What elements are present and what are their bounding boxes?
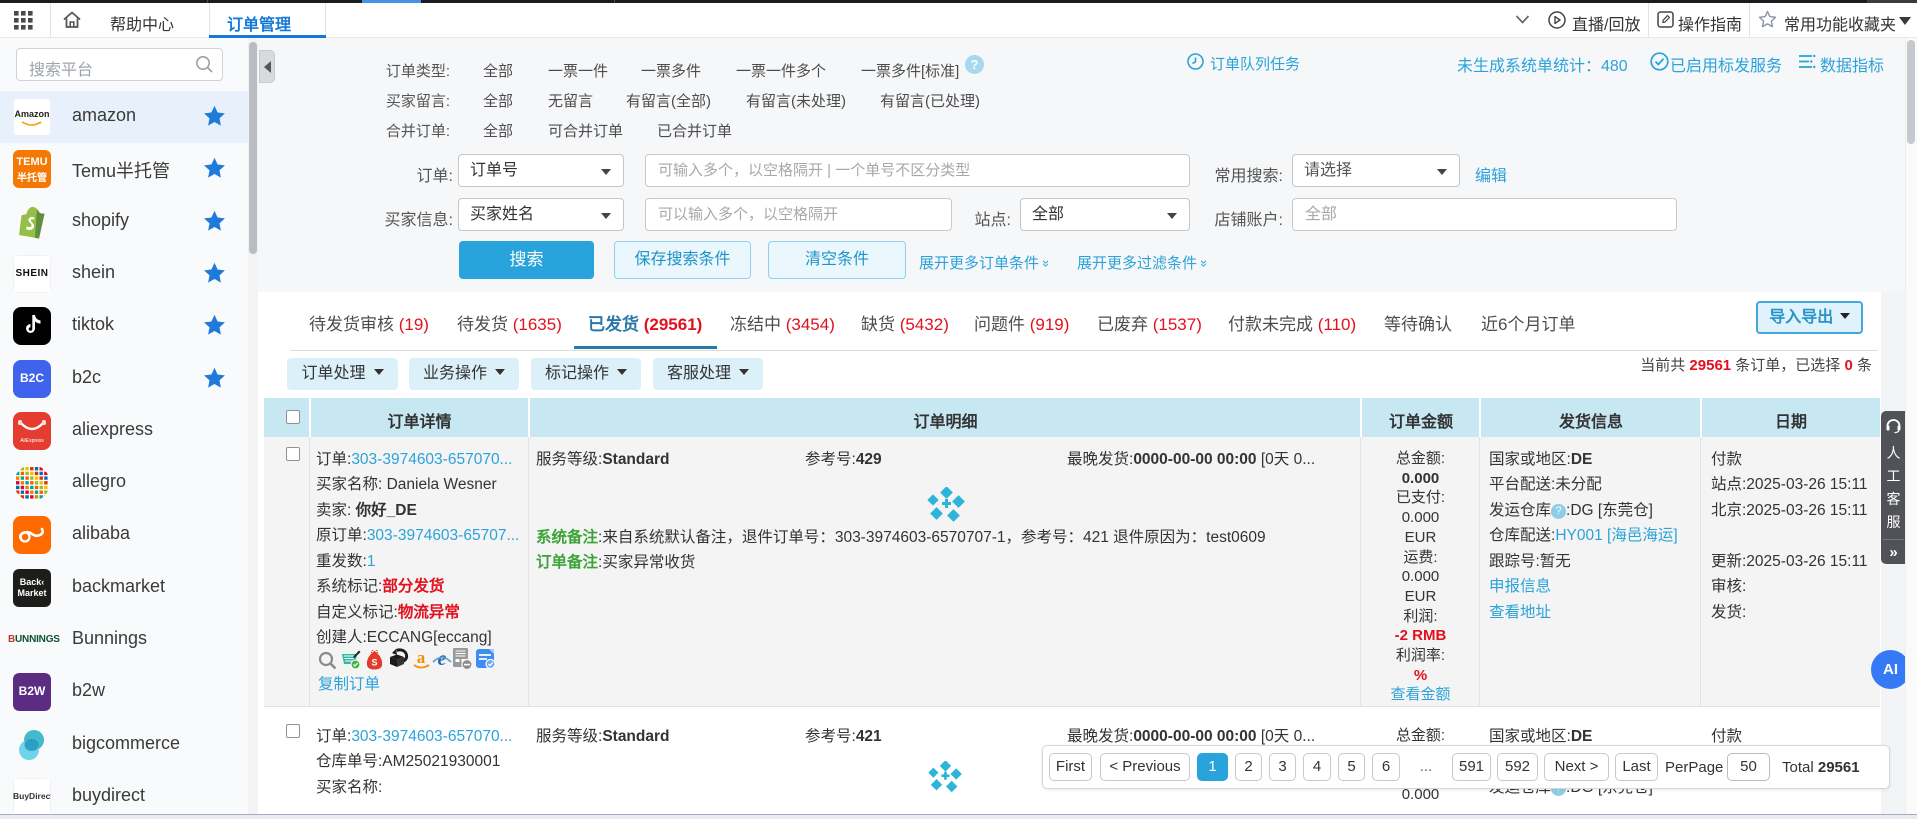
svg-text:e: e [438,649,447,669]
svg-text:S: S [371,658,377,668]
svg-text:a: a [417,649,426,667]
